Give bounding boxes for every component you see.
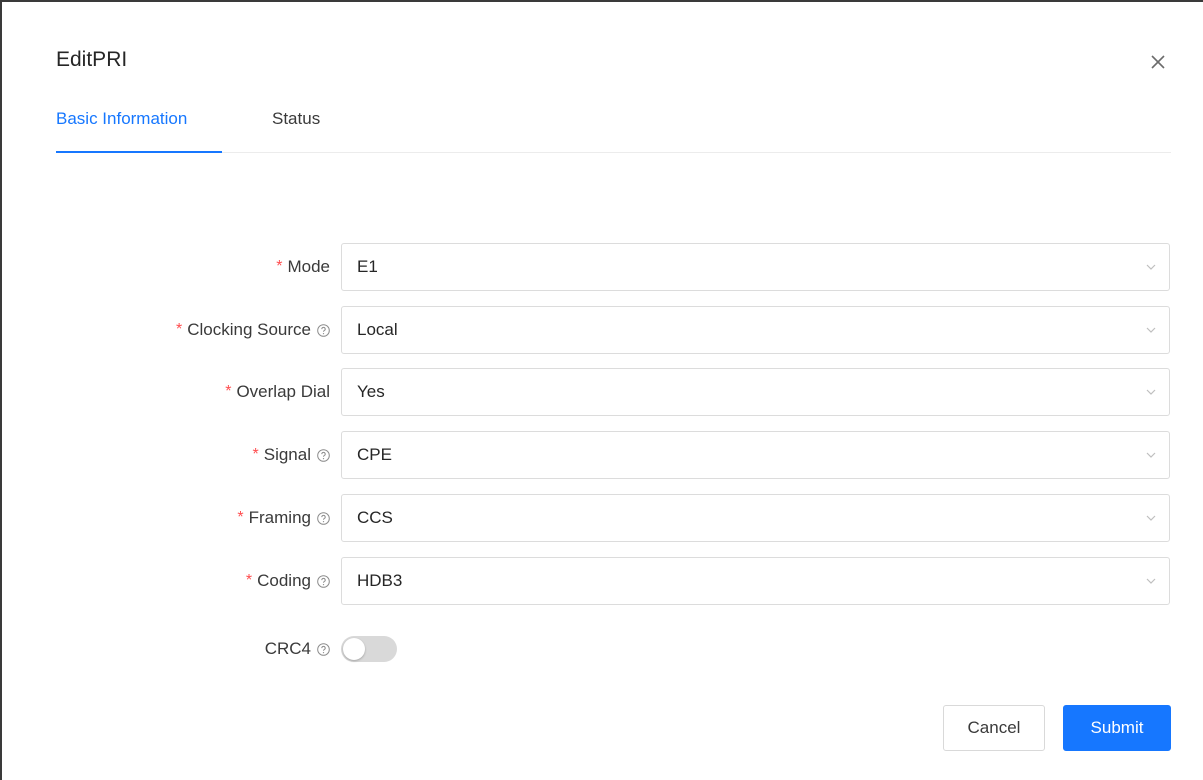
form-row-framing: * Framing CCS (0, 494, 1203, 542)
clocking-source-select[interactable]: Local (341, 306, 1170, 354)
form-row-signal: * Signal CPE (0, 431, 1203, 479)
overlap-dial-label-text: Overlap Dial (236, 382, 330, 401)
form-row-crc4: CRC4 (0, 625, 1203, 673)
chevron-down-icon (1145, 512, 1157, 524)
cancel-button[interactable]: Cancel (943, 705, 1045, 751)
close-icon (1151, 55, 1165, 69)
framing-value: CCS (357, 508, 393, 527)
required-mark: * (225, 383, 232, 400)
chevron-down-icon (1145, 261, 1157, 273)
signal-label-text: Signal (263, 445, 311, 464)
coding-label-text: Coding (257, 571, 311, 590)
chevron-down-icon (1145, 575, 1157, 587)
question-circle-icon[interactable] (317, 642, 330, 656)
overlap-dial-label: * Overlap Dial (225, 368, 330, 416)
overlap-dial-value: Yes (357, 382, 385, 401)
form-row-clocking-source: * Clocking Source Local (0, 306, 1203, 354)
close-button[interactable] (1144, 48, 1172, 76)
question-circle-icon[interactable] (317, 323, 330, 337)
crc4-label-text: CRC4 (264, 639, 311, 658)
chevron-down-icon (1145, 449, 1157, 461)
framing-label-text: Framing (248, 508, 311, 527)
mode-select[interactable]: E1 (341, 243, 1170, 291)
required-mark: * (252, 446, 259, 463)
form-row-mode: * Mode E1 (0, 243, 1203, 291)
clocking-source-label: * Clocking Source (176, 306, 330, 354)
tab-basic-information[interactable]: Basic Information (56, 107, 187, 131)
modal-title: EditPRI (56, 48, 128, 71)
signal-label: * Signal (253, 431, 331, 479)
mode-label: * Mode (276, 243, 330, 291)
clocking-source-value: Local (357, 320, 398, 339)
crc4-toggle[interactable] (341, 636, 397, 662)
submit-button[interactable]: Submit (1063, 705, 1171, 751)
signal-value: CPE (357, 445, 392, 464)
clocking-source-label-text: Clocking Source (187, 320, 311, 339)
chevron-down-icon (1145, 386, 1157, 398)
question-circle-icon[interactable] (317, 448, 330, 462)
tab-bar: Basic Information Status (56, 98, 1171, 153)
form-row-coding: * Coding HDB3 (0, 557, 1203, 605)
coding-label: * Coding (246, 557, 330, 605)
framing-select[interactable]: CCS (341, 494, 1170, 542)
chevron-down-icon (1145, 324, 1157, 336)
required-mark: * (175, 321, 183, 338)
coding-select[interactable]: HDB3 (341, 557, 1170, 605)
form-row-overlap-dial: * Overlap Dial Yes (0, 368, 1203, 416)
overlap-dial-select[interactable]: Yes (341, 368, 1170, 416)
mode-value: E1 (357, 257, 378, 276)
required-mark: * (276, 258, 283, 275)
tab-status[interactable]: Status (272, 107, 320, 131)
framing-label: * Framing (237, 494, 330, 542)
active-tab-indicator (56, 151, 222, 153)
question-circle-icon[interactable] (317, 511, 330, 525)
toggle-knob (343, 638, 365, 660)
required-mark: * (237, 509, 244, 526)
required-mark: * (245, 572, 253, 589)
mode-label-text: Mode (287, 257, 330, 276)
coding-value: HDB3 (357, 571, 403, 590)
crc4-label: CRC4 (265, 625, 330, 673)
signal-select[interactable]: CPE (341, 431, 1170, 479)
question-circle-icon[interactable] (317, 574, 330, 588)
